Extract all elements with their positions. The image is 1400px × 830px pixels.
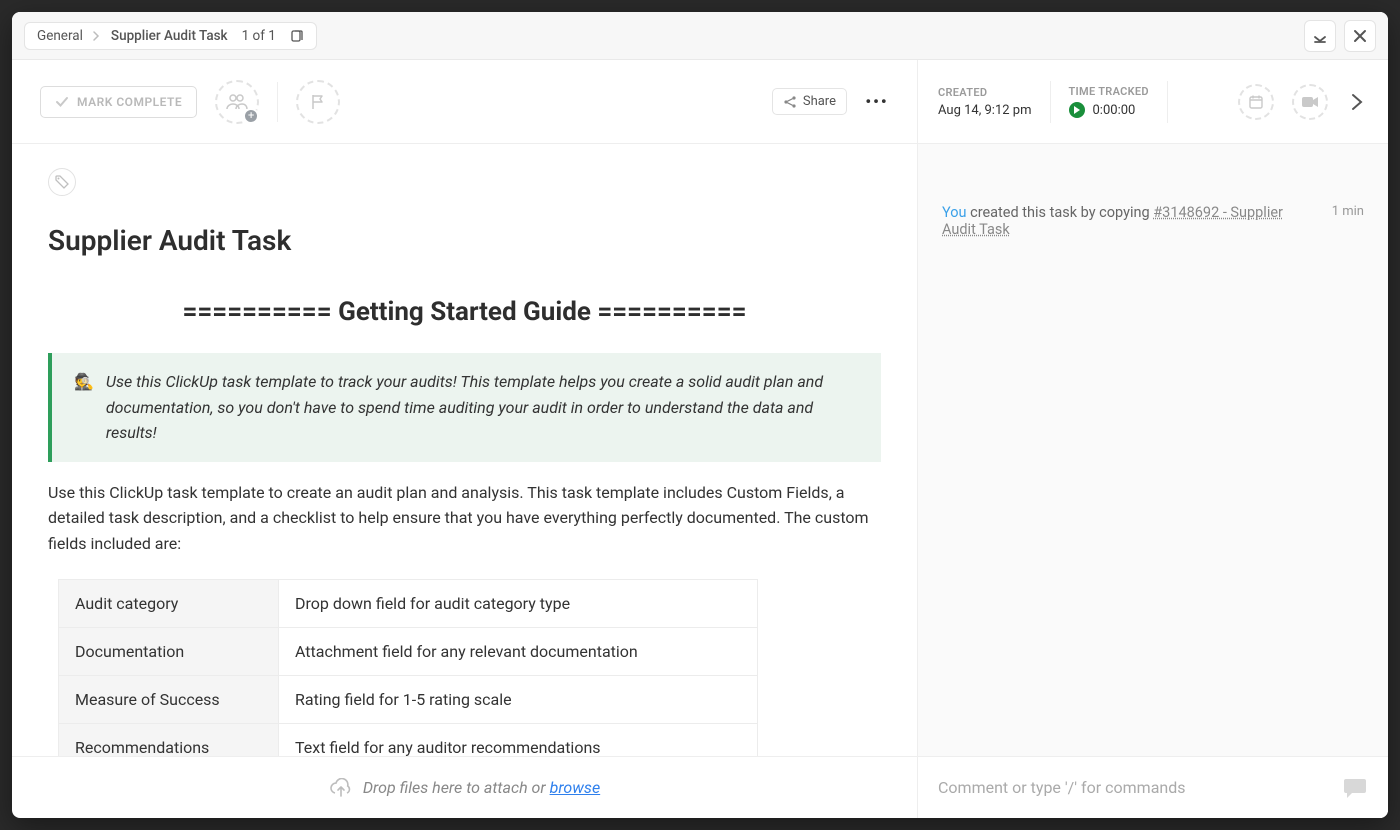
activity-entry: You created this task by copying #314869… — [942, 204, 1364, 238]
table-row: Audit categoryDrop down field for audit … — [59, 579, 758, 627]
field-name: Recommendations — [59, 723, 279, 756]
main-split: MARK COMPLETE + Share ••• — [12, 60, 1388, 818]
people-icon — [226, 93, 248, 111]
next-button[interactable] — [1346, 88, 1368, 116]
comment-input[interactable] — [938, 778, 1330, 797]
divider — [1050, 81, 1051, 123]
created-label: CREATED — [938, 86, 1032, 99]
time-label: TIME TRACKED — [1069, 85, 1149, 98]
field-name: Documentation — [59, 627, 279, 675]
divider — [277, 82, 278, 122]
callout-text: Use this ClickUp task template to track … — [106, 369, 859, 446]
breadcrumb-title[interactable]: Supplier Audit Task — [111, 28, 228, 44]
close-button[interactable] — [1344, 20, 1376, 52]
check-icon — [55, 95, 69, 109]
right-pane: CREATED Aug 14, 9:12 pm TIME TRACKED 0:0… — [918, 60, 1388, 818]
dropzone[interactable]: Drop files here to attach or browse — [12, 756, 917, 818]
share-label: Share — [803, 94, 836, 109]
due-date-button[interactable] — [1238, 84, 1274, 120]
video-icon — [1301, 96, 1319, 108]
task-modal: General Supplier Audit Task 1 of 1 — [12, 12, 1388, 818]
created-block: CREATED Aug 14, 9:12 pm — [938, 86, 1032, 118]
field-desc: Attachment field for any relevant docume… — [279, 627, 758, 675]
custom-fields-table: Audit categoryDrop down field for audit … — [58, 579, 758, 756]
tag-icon — [55, 175, 69, 189]
breadcrumb-position: 1 of 1 — [242, 28, 276, 44]
callout: 🕵️ Use this ClickUp task template to tra… — [48, 353, 881, 462]
left-pane: MARK COMPLETE + Share ••• — [12, 60, 918, 818]
task-toolbar: MARK COMPLETE + Share ••• — [12, 60, 917, 144]
flag-icon — [309, 93, 327, 111]
video-button[interactable] — [1292, 84, 1328, 120]
activity-action: created this task by copying — [967, 204, 1154, 221]
meta-toolbar: CREATED Aug 14, 9:12 pm TIME TRACKED 0:0… — [918, 60, 1388, 144]
detective-emoji: 🕵️ — [74, 369, 94, 446]
activity-feed: You created this task by copying #314869… — [918, 144, 1388, 756]
chevron-right-icon — [93, 31, 101, 41]
time-tracked-block: TIME TRACKED 0:00:00 — [1069, 85, 1149, 118]
dropzone-text: Drop files here to attach or — [363, 778, 550, 797]
activity-actor[interactable]: You — [942, 204, 967, 221]
more-menu-button[interactable]: ••• — [865, 92, 889, 111]
divider — [1167, 81, 1168, 123]
created-value: Aug 14, 9:12 pm — [938, 103, 1032, 118]
field-desc: Drop down field for audit category type — [279, 579, 758, 627]
mark-complete-button[interactable]: MARK COMPLETE — [40, 86, 197, 118]
task-title[interactable]: Supplier Audit Task — [48, 224, 881, 257]
calendar-icon — [1248, 94, 1264, 110]
chat-icon[interactable] — [1342, 777, 1368, 799]
breadcrumb-root[interactable]: General — [37, 28, 83, 44]
table-row: RecommendationsText field for any audito… — [59, 723, 758, 756]
collapse-button[interactable] — [1304, 20, 1336, 52]
task-content-scroll[interactable]: Supplier Audit Task ========== Getting S… — [12, 144, 917, 756]
comment-box — [918, 756, 1388, 818]
field-desc: Text field for any auditor recommendatio… — [279, 723, 758, 756]
plus-icon: + — [243, 108, 259, 124]
play-timer-button[interactable] — [1069, 102, 1085, 118]
field-name: Measure of Success — [59, 675, 279, 723]
share-icon — [783, 95, 797, 109]
field-name: Audit category — [59, 579, 279, 627]
time-value: 0:00:00 — [1093, 103, 1136, 118]
field-desc: Rating field for 1-5 rating scale — [279, 675, 758, 723]
table-row: Measure of SuccessRating field for 1-5 r… — [59, 675, 758, 723]
task-content: Supplier Audit Task ========== Getting S… — [12, 144, 917, 756]
assignee-button[interactable]: + — [215, 80, 259, 124]
priority-button[interactable] — [296, 80, 340, 124]
open-new-icon[interactable] — [290, 29, 304, 43]
mark-complete-label: MARK COMPLETE — [77, 95, 182, 109]
tag-button[interactable] — [48, 168, 76, 196]
table-row: DocumentationAttachment field for any re… — [59, 627, 758, 675]
breadcrumb[interactable]: General Supplier Audit Task 1 of 1 — [24, 22, 317, 50]
share-button[interactable]: Share — [772, 88, 847, 115]
activity-timestamp: 1 min — [1332, 204, 1364, 219]
guide-heading: ========== Getting Started Guide =======… — [48, 297, 881, 327]
breadcrumb-bar: General Supplier Audit Task 1 of 1 — [12, 12, 1388, 60]
intro-paragraph: Use this ClickUp task template to create… — [48, 480, 881, 557]
cloud-upload-icon — [329, 778, 353, 798]
browse-link[interactable]: browse — [550, 778, 601, 797]
